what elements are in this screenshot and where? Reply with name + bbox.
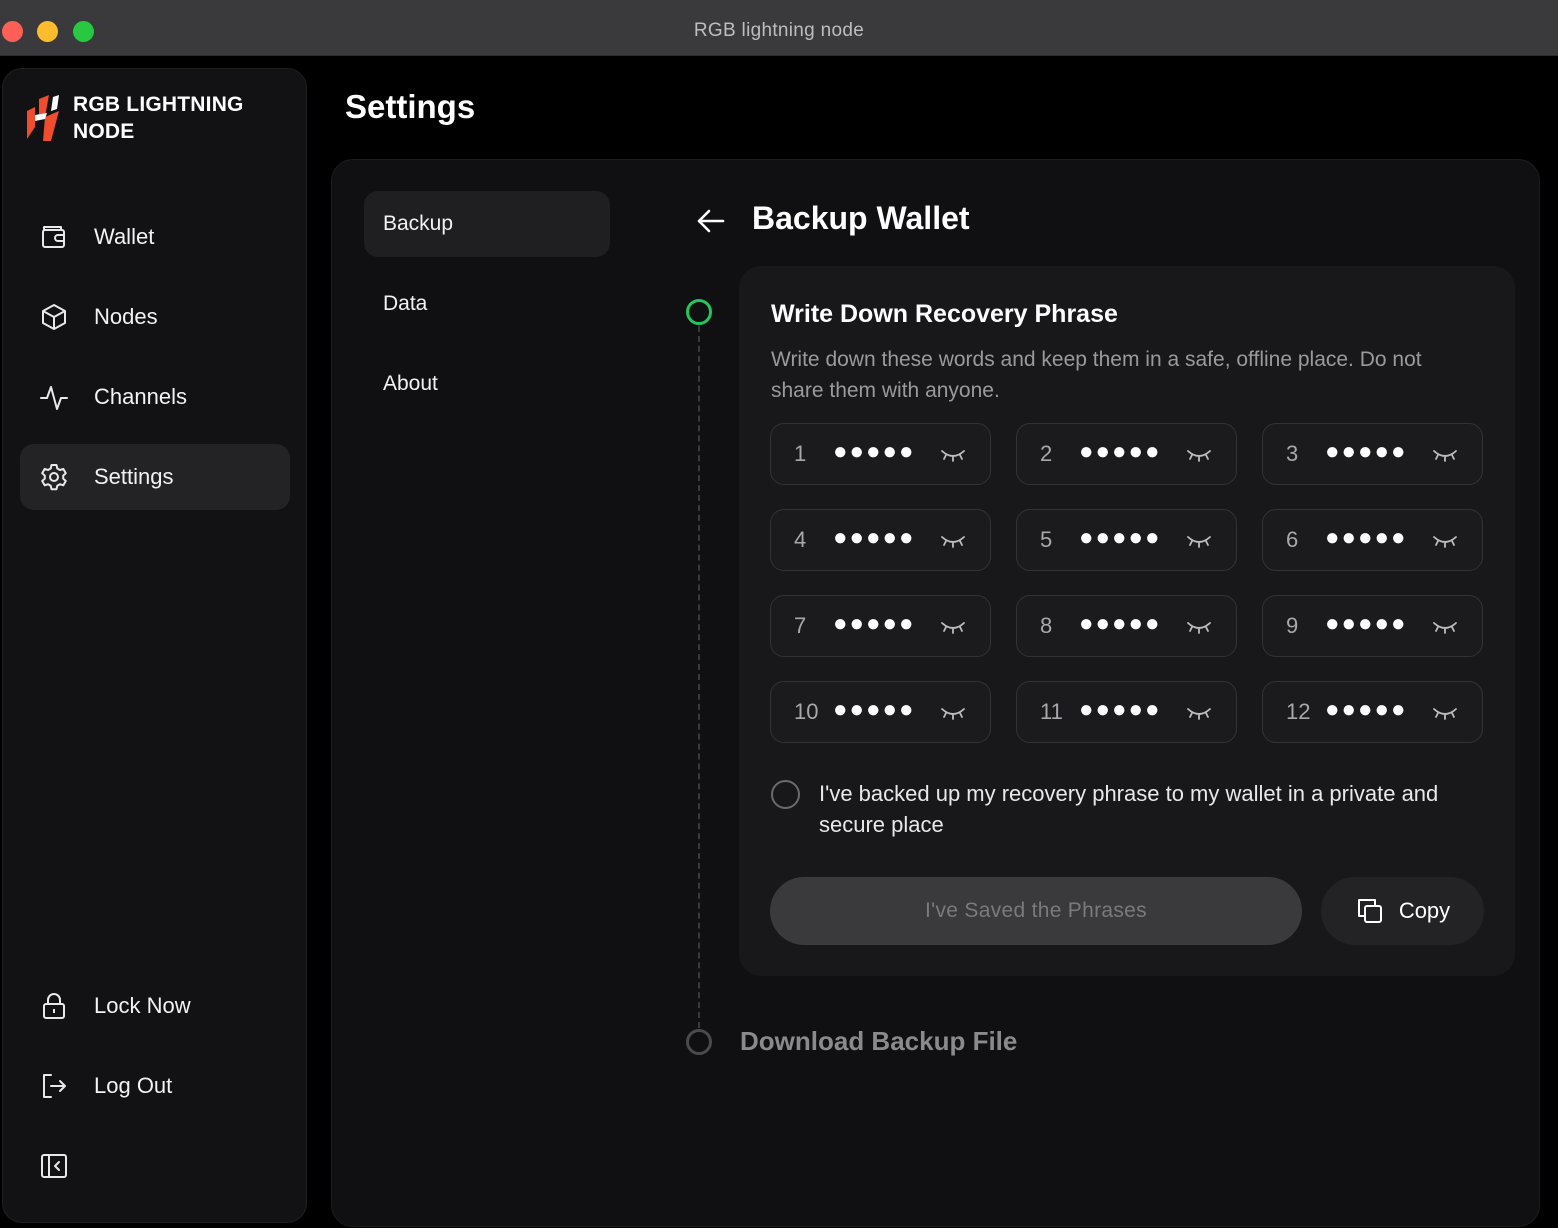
recovery-word-2: 2 ●●●●● xyxy=(1016,423,1237,485)
settings-panel: Backup Data About Backup Wallet Download… xyxy=(331,159,1540,1227)
recovery-phrase-card: Write Down Recovery Phrase Write down th… xyxy=(739,266,1515,976)
lock-icon xyxy=(39,991,69,1021)
step-download-backup-file[interactable]: Download Backup File xyxy=(740,1026,1017,1057)
sidebar-item-label: Log Out xyxy=(94,1073,173,1098)
eye-closed-icon[interactable] xyxy=(940,531,966,551)
word-masked-value: ●●●●● xyxy=(833,610,916,637)
sidebar-item-label: Nodes xyxy=(94,304,158,329)
recovery-word-5: 5 ●●●●● xyxy=(1016,509,1237,571)
cube-icon xyxy=(39,302,69,332)
copy-button-label: Copy xyxy=(1398,898,1451,923)
step-indicator-inactive xyxy=(686,1029,712,1055)
word-masked-value: ●●●●● xyxy=(1325,610,1408,637)
word-masked-value: ●●●●● xyxy=(833,524,916,551)
eye-closed-icon[interactable] xyxy=(1432,445,1458,465)
word-number: 4 xyxy=(794,527,807,552)
subnav-item-backup[interactable]: Backup xyxy=(364,191,610,257)
activity-icon xyxy=(39,382,69,412)
collapse-sidebar-button[interactable] xyxy=(20,1133,290,1199)
sidebar-item-log-out[interactable]: Log Out xyxy=(20,1053,290,1119)
brand-logo: RGB LIGHTNING NODE xyxy=(25,91,244,145)
card-title: Write Down Recovery Phrase xyxy=(771,300,1118,328)
recovery-word-1: 1 ●●●●● xyxy=(770,423,991,485)
word-masked-value: ●●●●● xyxy=(1079,524,1162,551)
word-masked-value: ●●●●● xyxy=(1325,438,1408,465)
backup-confirm-label: I've backed up my recovery phrase to my … xyxy=(819,781,1439,837)
sidebar-item-settings[interactable]: Settings xyxy=(20,444,290,510)
word-number: 11 xyxy=(1040,699,1063,724)
word-number: 7 xyxy=(794,613,807,638)
eye-closed-icon[interactable] xyxy=(1186,703,1212,723)
title-bar: RGB lightning node xyxy=(0,0,1558,56)
word-number: 6 xyxy=(1286,527,1299,552)
word-number: 5 xyxy=(1040,527,1053,552)
eye-closed-icon[interactable] xyxy=(1186,445,1212,465)
word-number: 9 xyxy=(1286,613,1299,638)
recovery-word-3: 3 ●●●●● xyxy=(1262,423,1483,485)
backup-confirm-checkbox[interactable] xyxy=(771,780,800,809)
wallet-icon xyxy=(39,222,69,252)
sidebar-item-label: Channels xyxy=(94,384,187,409)
eye-closed-icon[interactable] xyxy=(1432,531,1458,551)
word-masked-value: ●●●●● xyxy=(1325,696,1408,723)
subnav-item-about[interactable]: About xyxy=(364,351,610,417)
sidebar-item-nodes[interactable]: Nodes xyxy=(20,284,290,350)
recovery-word-6: 6 ●●●●● xyxy=(1262,509,1483,571)
sidebar-item-label: Lock Now xyxy=(94,993,191,1018)
step-indicator-active xyxy=(686,299,712,325)
sidebar: RGB LIGHTNING NODE Wallet Nodes Channels… xyxy=(2,68,307,1223)
word-masked-value: ●●●●● xyxy=(1079,696,1162,723)
recovery-word-9: 9 ●●●●● xyxy=(1262,595,1483,657)
logout-icon xyxy=(39,1071,69,1101)
gear-icon xyxy=(39,462,69,492)
word-masked-value: ●●●●● xyxy=(1325,524,1408,551)
word-masked-value: ●●●●● xyxy=(833,696,916,723)
brand-line-1: RGB LIGHTNING xyxy=(73,93,244,116)
back-arrow-icon[interactable] xyxy=(694,204,728,238)
recovery-word-11: 11 ●●●●● xyxy=(1016,681,1237,743)
sidebar-item-label: Wallet xyxy=(94,224,155,249)
copy-button[interactable]: Copy xyxy=(1321,877,1484,945)
card-description: Write down these words and keep them in … xyxy=(771,348,1422,402)
recovery-word-12: 12 ●●●●● xyxy=(1262,681,1483,743)
step-connector xyxy=(698,326,700,1028)
brand-name: RGB LIGHTNING NODE xyxy=(73,91,244,145)
word-masked-value: ●●●●● xyxy=(1079,438,1162,465)
saved-phrases-button[interactable]: I've Saved the Phrases xyxy=(770,877,1302,945)
word-masked-value: ●●●●● xyxy=(833,438,916,465)
word-masked-value: ●●●●● xyxy=(1079,610,1162,637)
word-number: 3 xyxy=(1286,441,1299,466)
section-title: Backup Wallet xyxy=(752,200,970,236)
brand-line-2: NODE xyxy=(73,120,135,143)
word-number: 2 xyxy=(1040,441,1053,466)
page-title: Settings xyxy=(345,88,476,125)
sidebar-item-channels[interactable]: Channels xyxy=(20,364,290,430)
recovery-word-10: 10 ●●●●● xyxy=(770,681,991,743)
word-number: 10 xyxy=(794,699,819,724)
eye-closed-icon[interactable] xyxy=(1186,617,1212,637)
eye-closed-icon[interactable] xyxy=(1432,703,1458,723)
lightning-logo-icon xyxy=(27,95,59,141)
recovery-word-7: 7 ●●●●● xyxy=(770,595,991,657)
copy-icon xyxy=(1357,899,1382,923)
sidebar-item-lock-now[interactable]: Lock Now xyxy=(20,973,290,1039)
eye-closed-icon[interactable] xyxy=(1432,617,1458,637)
eye-closed-icon[interactable] xyxy=(940,445,966,465)
sidebar-item-wallet[interactable]: Wallet xyxy=(20,204,290,270)
recovery-word-8: 8 ●●●●● xyxy=(1016,595,1237,657)
collapse-sidebar-icon xyxy=(39,1151,69,1181)
word-number: 8 xyxy=(1040,613,1053,638)
eye-closed-icon[interactable] xyxy=(940,617,966,637)
eye-closed-icon[interactable] xyxy=(940,703,966,723)
subnav-item-data[interactable]: Data xyxy=(364,271,610,337)
word-number: 12 xyxy=(1286,699,1311,724)
word-number: 1 xyxy=(794,441,807,466)
recovery-word-4: 4 ●●●●● xyxy=(770,509,991,571)
sidebar-item-label: Settings xyxy=(94,464,174,489)
eye-closed-icon[interactable] xyxy=(1186,531,1212,551)
window-title: RGB lightning node xyxy=(693,20,865,41)
